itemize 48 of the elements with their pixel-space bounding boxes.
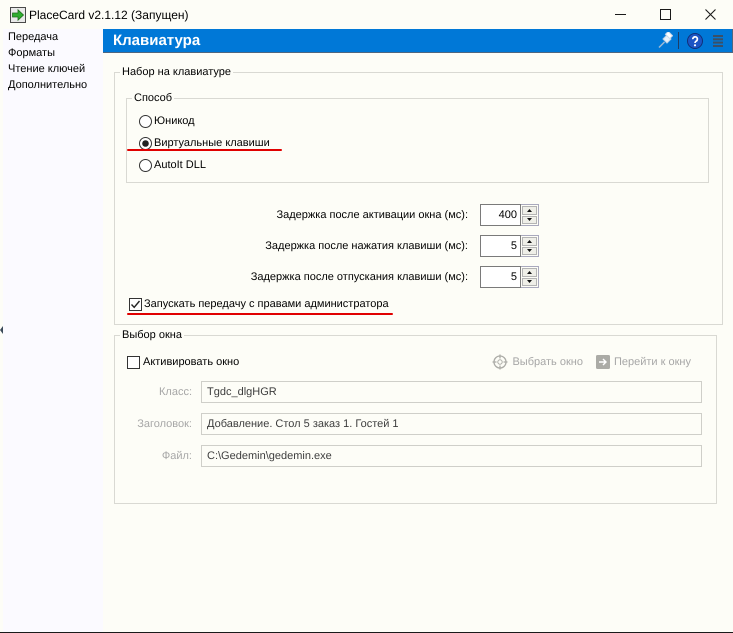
checkbox[interactable] <box>129 298 142 310</box>
down-triangle-icon <box>527 249 532 252</box>
delay-label: Задержка после нажатия клавиши (мс): <box>265 239 468 253</box>
nav-item[interactable]: Дополнительно <box>8 77 88 93</box>
field-label: Файл: <box>160 449 192 463</box>
group-title: Выбор окна <box>121 328 183 342</box>
checkbox[interactable] <box>127 356 140 368</box>
crosshair-icon <box>492 354 508 370</box>
number-field[interactable]: 5 <box>480 266 521 288</box>
group-title: Набор на клавиатуре <box>121 65 232 79</box>
collapse-arrow-icon[interactable] <box>0 326 3 334</box>
nav-item[interactable]: Форматы <box>8 45 55 61</box>
spin-down-button[interactable] <box>522 216 537 224</box>
spin-up-button[interactable] <box>522 237 537 246</box>
arrow-icon <box>596 355 610 369</box>
field-label: Класс: <box>158 385 192 399</box>
spin-up-button[interactable] <box>522 206 537 214</box>
nav-item[interactable]: Передача <box>8 29 58 45</box>
spin-up-button[interactable] <box>522 268 537 276</box>
maximize-icon <box>660 9 671 20</box>
field-label: Заголовок: <box>136 417 192 431</box>
spin-down-button[interactable] <box>522 278 537 286</box>
radio-button[interactable] <box>139 136 152 150</box>
checkbox-label[interactable]: Активировать окно <box>143 355 240 369</box>
group-title: Способ <box>133 91 174 105</box>
spin-down-button[interactable] <box>522 246 537 255</box>
delay-label: Задержка после активации окна (мс): <box>276 208 468 222</box>
window-title: PlaceCard v2.1.12 (Запущен) <box>29 6 189 22</box>
checkbox-label[interactable]: Запускать передачу с правами администратора <box>144 297 389 311</box>
close-icon <box>705 9 716 20</box>
up-triangle-icon <box>527 208 532 212</box>
number-field[interactable]: 400 <box>480 204 521 226</box>
nav-item[interactable]: Чтение ключей <box>8 61 86 77</box>
app-arrow-icon <box>10 6 26 22</box>
radio-button[interactable] <box>139 158 152 172</box>
help-icon[interactable] <box>687 32 703 48</box>
up-triangle-icon <box>527 240 532 243</box>
down-triangle-icon <box>527 218 532 222</box>
up-triangle-icon <box>527 270 532 274</box>
radio-label[interactable]: Виртуальные клавиши <box>154 136 270 150</box>
radio-button[interactable] <box>139 114 152 128</box>
section-title: Клавиатура <box>113 32 200 50</box>
number-field[interactable]: 5 <box>480 235 521 257</box>
radio-label[interactable]: Юникод <box>154 114 195 128</box>
pin-icon[interactable] <box>657 32 673 49</box>
radio-label[interactable]: AutoIt DLL <box>154 158 206 172</box>
delay-label: Задержка после отпускания клавиши (мс): <box>250 270 468 284</box>
down-triangle-icon <box>527 280 532 284</box>
